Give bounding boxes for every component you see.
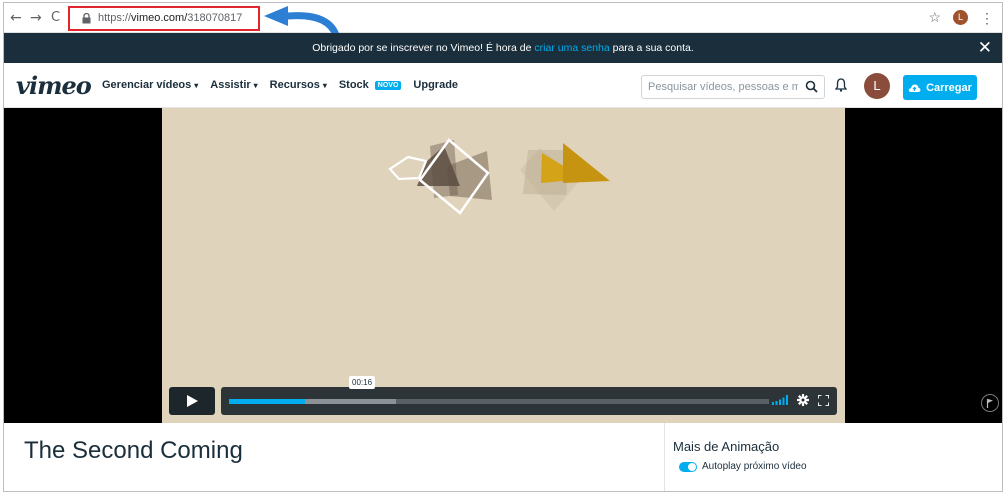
nav-manage-videos[interactable]: Gerenciar vídeos ▾ xyxy=(102,79,198,91)
nav-resources[interactable]: Recursos ▾ xyxy=(270,79,327,91)
cloud-upload-icon xyxy=(908,84,921,92)
report-flag-button[interactable] xyxy=(981,394,999,412)
vimeo-logo[interactable]: vimeo xyxy=(16,71,92,100)
autoplay-toggle[interactable] xyxy=(679,461,697,472)
notice-text-after: para a sua conta. xyxy=(612,42,694,54)
nav-upgrade[interactable]: Upgrade xyxy=(413,79,458,91)
chevron-down-icon: ▾ xyxy=(194,80,199,90)
upload-button[interactable]: Carregar xyxy=(903,75,977,100)
video-frame[interactable] xyxy=(162,108,845,423)
fullscreen-icon[interactable] xyxy=(818,394,829,406)
nav-stock[interactable]: Stock NOVO xyxy=(339,79,402,91)
create-password-link[interactable]: criar uma senha xyxy=(534,42,609,54)
nav-label: Stock xyxy=(338,79,369,91)
site-header: vimeo Gerenciar vídeos ▾ Assistir ▾ Recurs… xyxy=(4,63,1002,108)
search-icon[interactable] xyxy=(805,80,818,93)
url-text: https://vimeo.com/318070817 xyxy=(98,12,243,24)
settings-gear-icon[interactable] xyxy=(797,394,809,406)
lock-icon xyxy=(82,13,91,24)
video-info: The Second Coming Mais de Animação Autop… xyxy=(4,423,1002,491)
animation-shapes xyxy=(388,138,610,215)
video-player[interactable]: 00:16 xyxy=(4,108,1002,423)
play-icon xyxy=(187,395,198,407)
main-nav: Gerenciar vídeos ▾ Assistir ▾ Recursos ▾ St… xyxy=(102,79,458,91)
browser-toolbar: ← → C https://vimeo.com/318070817 ☆ L ⋮ xyxy=(4,3,1002,39)
upload-label: Carregar xyxy=(926,81,972,94)
user-avatar[interactable]: L xyxy=(864,73,890,99)
player-controls: 00:16 xyxy=(169,376,839,417)
bell-icon[interactable] xyxy=(835,78,847,92)
nav-label: Upgrade xyxy=(413,79,459,91)
nav-watch[interactable]: Assistir ▾ xyxy=(210,79,257,91)
address-bar[interactable]: https://vimeo.com/318070817 xyxy=(68,6,260,31)
column-divider xyxy=(664,423,665,491)
flag-icon xyxy=(986,399,993,408)
play-button[interactable] xyxy=(169,387,215,415)
autoplay-setting: Autoplay próximo vídeo xyxy=(679,461,807,472)
video-title: The Second Coming xyxy=(24,437,243,464)
autoplay-label: Autoplay próximo vídeo xyxy=(702,461,807,472)
search-box xyxy=(641,75,825,99)
signup-notification-bar: Obrigado por se inscrever no Vimeo! É ho… xyxy=(4,33,1002,63)
browser-window: ← → C https://vimeo.com/318070817 ☆ L ⋮ … xyxy=(3,2,1003,492)
bookmark-star-icon[interactable]: ☆ xyxy=(928,9,941,26)
browser-menu-icon[interactable]: ⋮ xyxy=(980,11,994,25)
timecode-tooltip: 00:16 xyxy=(349,376,376,389)
nav-label: Gerenciar vídeos xyxy=(102,79,192,91)
notice-text-before: Obrigado por se inscrever no Vimeo! É ho… xyxy=(312,42,532,54)
progress-track[interactable] xyxy=(229,399,769,404)
close-icon[interactable]: ✕ xyxy=(978,33,992,63)
chevron-down-icon: ▾ xyxy=(253,80,258,90)
new-badge: NOVO xyxy=(374,80,402,90)
more-from-heading: Mais de Animação xyxy=(673,439,780,454)
chevron-down-icon: ▾ xyxy=(322,80,327,90)
control-bar: 00:16 xyxy=(221,376,837,415)
back-arrow-icon[interactable]: ← xyxy=(10,10,22,26)
search-input[interactable] xyxy=(648,79,798,95)
forward-arrow-icon[interactable]: → xyxy=(30,10,42,26)
nav-label: Recursos xyxy=(269,79,320,91)
vimeo-signal-icon xyxy=(772,395,788,405)
reload-icon[interactable]: C xyxy=(51,10,60,25)
played-bar xyxy=(229,399,305,404)
browser-profile-avatar[interactable]: L xyxy=(953,10,968,25)
nav-label: Assistir xyxy=(210,79,251,91)
